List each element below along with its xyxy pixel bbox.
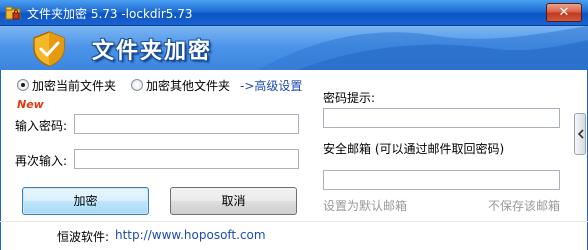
dont-save-email-link[interactable]: 不保存该邮箱	[488, 197, 560, 214]
footer-divider	[0, 221, 588, 222]
shield-icon	[33, 31, 65, 67]
folder-lock-icon	[5, 6, 21, 20]
advanced-settings-link[interactable]: ->高级设置	[240, 77, 302, 94]
confirm-password-input[interactable]	[74, 149, 299, 169]
panel-toggle-button[interactable]	[574, 113, 586, 155]
confirm-password-label: 再次输入:	[15, 154, 68, 168]
encrypt-button[interactable]: 加密	[22, 187, 149, 215]
banner-wave-decoration	[258, 26, 588, 70]
new-badge: New	[17, 98, 44, 111]
radio-label-current-folder: 加密当前文件夹	[32, 78, 117, 93]
set-default-email-link[interactable]: 设置为默认邮箱	[323, 197, 407, 214]
window-title: 文件夹加密 5.73 -lockdir5.73	[27, 7, 193, 21]
radio-button-unchecked[interactable]	[131, 79, 143, 91]
password-label: 输入密码:	[15, 119, 68, 133]
radio-encrypt-other-folder[interactable]: 加密其他文件夹	[131, 77, 230, 93]
security-email-label: 安全邮箱 (可以通过邮件取回密码)	[323, 142, 505, 156]
close-button[interactable]: ✕	[546, 3, 582, 22]
chevron-left-icon	[577, 129, 584, 139]
radio-encrypt-current-folder[interactable]: 加密当前文件夹	[17, 77, 116, 93]
radio-button-checked[interactable]	[17, 79, 29, 91]
right-panel: 密码提示: 安全邮箱 (可以通过邮件取回密码) 设置为默认邮箱 不保存该邮箱	[313, 74, 571, 222]
banner-title: 文件夹加密	[92, 39, 213, 64]
footer-label: 恒波软件:	[57, 230, 110, 244]
security-email-input[interactable]	[323, 170, 560, 190]
cancel-button[interactable]: 取消	[170, 187, 297, 215]
title-bar[interactable]: 文件夹加密 5.73 -lockdir5.73 ✕	[0, 0, 588, 26]
website-link[interactable]: http://www.hoposoft.com	[115, 228, 266, 242]
radio-label-other-folder: 加密其他文件夹	[146, 78, 231, 93]
banner: 文件夹加密	[0, 26, 588, 70]
password-hint-label: 密码提示:	[323, 91, 376, 105]
password-input[interactable]	[74, 114, 299, 134]
password-hint-input[interactable]	[323, 108, 560, 128]
